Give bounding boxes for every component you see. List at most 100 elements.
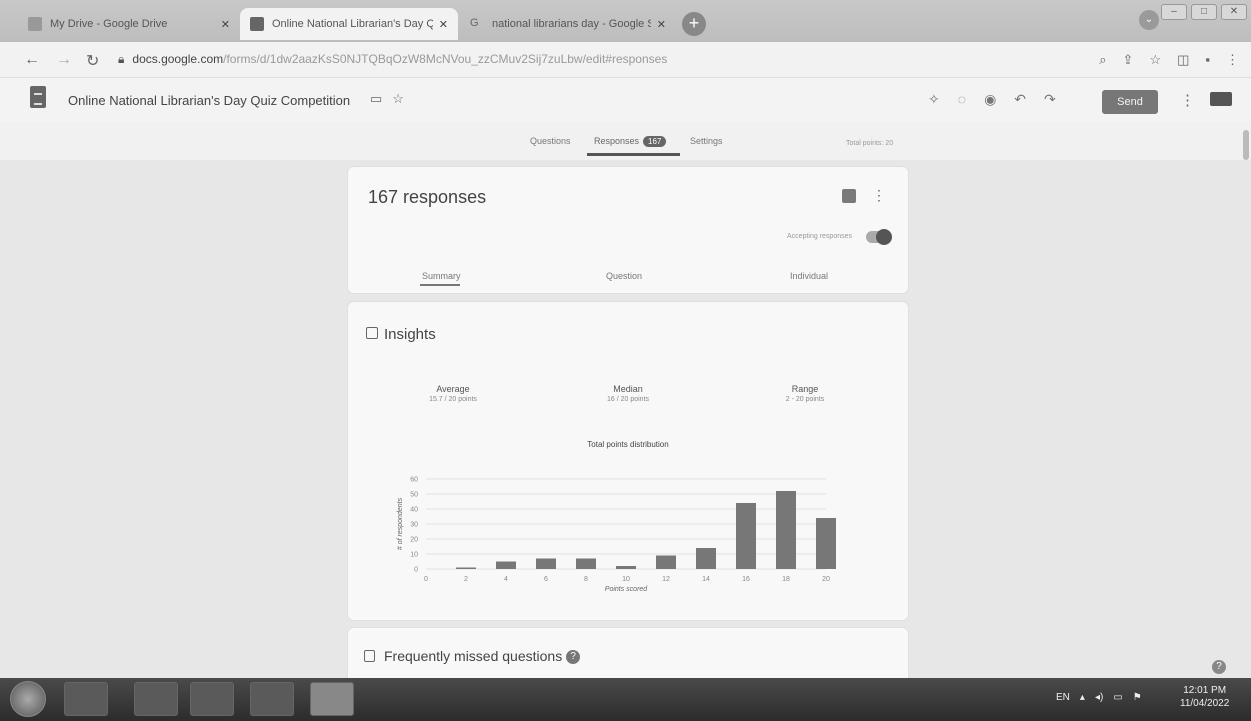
accepting-responses-label: Accepting responses	[787, 233, 852, 240]
accepting-responses-toggle[interactable]	[866, 229, 892, 245]
close-window-button[interactable]: ✕	[1221, 4, 1247, 20]
bar	[496, 561, 516, 569]
x-tick-label: 12	[662, 576, 670, 583]
clock[interactable]: 12:01 PM 11/04/2022	[1180, 684, 1229, 710]
google-icon: G	[470, 17, 479, 29]
show-hidden-icons-icon[interactable]: ▴	[1080, 692, 1085, 703]
y-tick-label: 40	[410, 507, 418, 514]
forms-header: Online National Librarian's Day Quiz Com…	[0, 78, 1251, 122]
redo-icon[interactable]: ↷	[1044, 91, 1056, 108]
side-panel-icon[interactable]: ◫	[1177, 52, 1189, 68]
tab-settings[interactable]: Settings	[690, 136, 723, 146]
x-tick-label: 10	[622, 576, 630, 583]
network-icon[interactable]: ▭	[1113, 692, 1122, 703]
undo-icon[interactable]: ↶	[1014, 91, 1026, 108]
y-axis-label: # of respondents	[397, 497, 404, 550]
preview-eye-icon[interactable]: ◉	[984, 91, 996, 108]
x-tick-label: 14	[702, 576, 710, 583]
google-forms-icon	[250, 17, 264, 31]
more-options-icon[interactable]: ⋮	[872, 187, 886, 204]
tab-forms[interactable]: Online National Librarian's Day Q ✕	[240, 8, 458, 40]
action-center-icon[interactable]: ⚑	[1133, 692, 1142, 703]
new-tab-button[interactable]: +	[682, 12, 706, 36]
x-tick-label: 6	[544, 576, 548, 583]
media-player-icon[interactable]	[190, 682, 234, 716]
maximize-button[interactable]: □	[1191, 4, 1217, 20]
start-button[interactable]	[10, 681, 46, 717]
chrome-icon[interactable]	[310, 682, 354, 716]
bar	[736, 503, 756, 569]
reload-icon[interactable]: ↻	[86, 51, 99, 71]
url-field[interactable]: 🔒︎ docs.google.com/forms/d/1dw2aazKsS0NJT…	[118, 52, 667, 67]
missed-questions-icon	[364, 650, 375, 662]
word-icon[interactable]	[250, 682, 294, 716]
star-icon[interactable]: ☆	[1149, 52, 1161, 68]
tab-responses[interactable]: Responses 167	[594, 136, 667, 147]
browser-menu-icon[interactable]: ⋮	[1226, 52, 1239, 68]
google-drive-icon	[28, 17, 42, 31]
subtab-individual[interactable]: Individual	[790, 271, 828, 281]
addon-icon[interactable]: ✧	[928, 91, 940, 108]
clock-time: 12:01 PM	[1183, 685, 1227, 696]
avatar[interactable]	[1210, 92, 1232, 106]
tab-label: national librarians day - Google S	[492, 18, 651, 30]
forward-arrow-icon[interactable]: →	[56, 51, 72, 69]
address-bar: ← → ↻ 🔒︎ docs.google.com/forms/d/1dw2aazK…	[0, 42, 1251, 78]
language-indicator[interactable]: EN	[1056, 692, 1070, 703]
tab-search-icon[interactable]: ⌄	[1139, 10, 1159, 30]
missed-questions-title: Frequently missed questions?	[384, 648, 581, 665]
share-icon[interactable]: ⇪	[1123, 52, 1134, 68]
tab-my-drive[interactable]: My Drive - Google Drive ✕	[18, 8, 240, 40]
folder-icon[interactable]: ▭	[370, 91, 382, 107]
y-tick-label: 20	[410, 537, 418, 544]
close-icon[interactable]: ✕	[221, 18, 230, 31]
minimize-button[interactable]: –	[1161, 4, 1187, 20]
internet-explorer-icon[interactable]	[64, 682, 108, 716]
spreadsheet-icon[interactable]	[842, 189, 856, 203]
tab-questions[interactable]: Questions	[530, 136, 571, 146]
y-tick-label: 0	[414, 567, 418, 574]
subtab-summary[interactable]: Summary	[422, 271, 461, 281]
extension-icon[interactable]: ▪	[1205, 52, 1210, 68]
url-path: /forms/d/1dw2aazKsS0NJTQBqOzW8McNVou_zzC…	[223, 52, 668, 66]
clock-date: 11/04/2022	[1180, 698, 1230, 709]
y-tick-label: 60	[410, 477, 418, 484]
stat-average: Average 15.7 / 20 points	[408, 384, 498, 403]
volume-icon[interactable]: ◂)	[1095, 692, 1103, 703]
x-tick-label: 8	[584, 576, 588, 583]
forms-logo-icon[interactable]	[30, 86, 46, 108]
back-arrow-icon[interactable]: ←	[24, 51, 40, 69]
browser-tab-strip: My Drive - Google Drive ✕ Online Nationa…	[0, 0, 1251, 42]
tab-label: Online National Librarian's Day Q	[272, 18, 433, 30]
close-icon[interactable]: ✕	[439, 18, 448, 31]
star-icon[interactable]: ☆	[392, 91, 404, 107]
tab-responses-label: Responses	[594, 136, 640, 146]
active-subtab-indicator	[420, 284, 460, 286]
more-options-icon[interactable]: ⋮	[1180, 91, 1195, 109]
close-icon[interactable]: ✕	[657, 18, 666, 31]
file-explorer-icon[interactable]	[134, 682, 178, 716]
bar	[816, 518, 836, 569]
header-actions: ✧ ◌ ◉ ↶ ↷	[928, 91, 1056, 108]
insights-card: Insights Average 15.7 / 20 points Median…	[348, 302, 908, 620]
windows-taskbar: EN ▴ ◂) ▭ ⚑ 12:01 PM 11/04/2022	[0, 678, 1251, 721]
url-host: docs.google.com	[132, 52, 224, 66]
help-icon[interactable]: ?	[1212, 660, 1226, 674]
title-actions: ▭ ☆	[370, 91, 404, 107]
scrollbar[interactable]	[1243, 130, 1249, 160]
bar	[656, 555, 676, 569]
y-tick-label: 10	[410, 552, 418, 559]
subtab-question[interactable]: Question	[606, 271, 642, 281]
x-axis-label: Points scored	[605, 586, 649, 593]
form-tabs: Questions Responses 167 Settings Total po…	[0, 122, 1251, 160]
tab-google-search[interactable]: G national librarians day - Google S ✕	[460, 8, 676, 40]
form-title[interactable]: Online National Librarian's Day Quiz Com…	[68, 93, 350, 108]
zoom-icon[interactable]: ⌕	[1099, 52, 1106, 68]
x-tick-label: 0	[424, 576, 428, 583]
help-icon[interactable]: ?	[566, 650, 581, 665]
window-controls: – □ ✕	[1161, 4, 1247, 20]
system-tray: EN ▴ ◂) ▭ ⚑	[1056, 692, 1142, 703]
send-button[interactable]: Send	[1102, 90, 1158, 114]
palette-icon[interactable]: ◌	[958, 91, 966, 108]
y-tick-label: 30	[410, 522, 418, 529]
